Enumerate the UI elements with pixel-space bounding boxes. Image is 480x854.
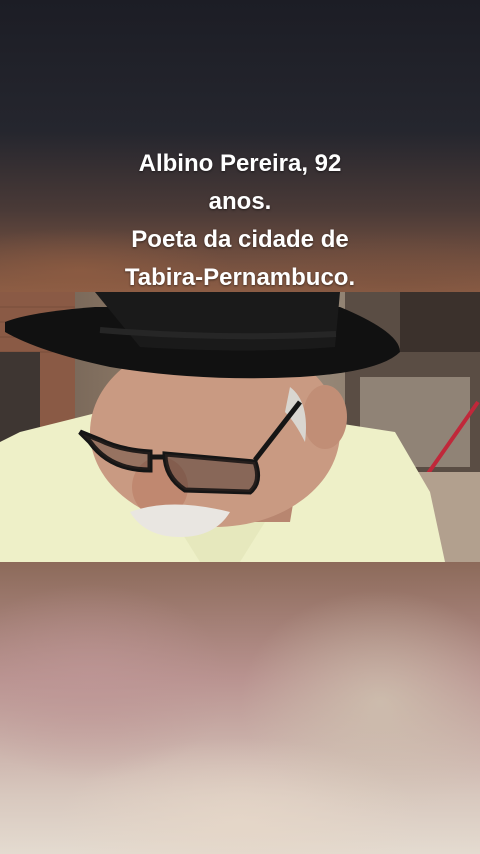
ear	[303, 385, 347, 449]
blurred-background-bottom	[0, 562, 480, 854]
caption-line-3: Poeta da cidade de	[131, 226, 349, 253]
video-photo	[0, 292, 480, 562]
caption-line-1: Albino Pereira, 92	[138, 150, 342, 177]
video-caption: Albino Pereira, 92 anos. Poeta da cidade…	[40, 145, 440, 297]
caption-line-2: anos.	[208, 188, 272, 215]
elderly-man-illustration	[0, 292, 480, 562]
video-frame: Albino Pereira, 92 anos. Poeta da cidade…	[0, 0, 480, 854]
